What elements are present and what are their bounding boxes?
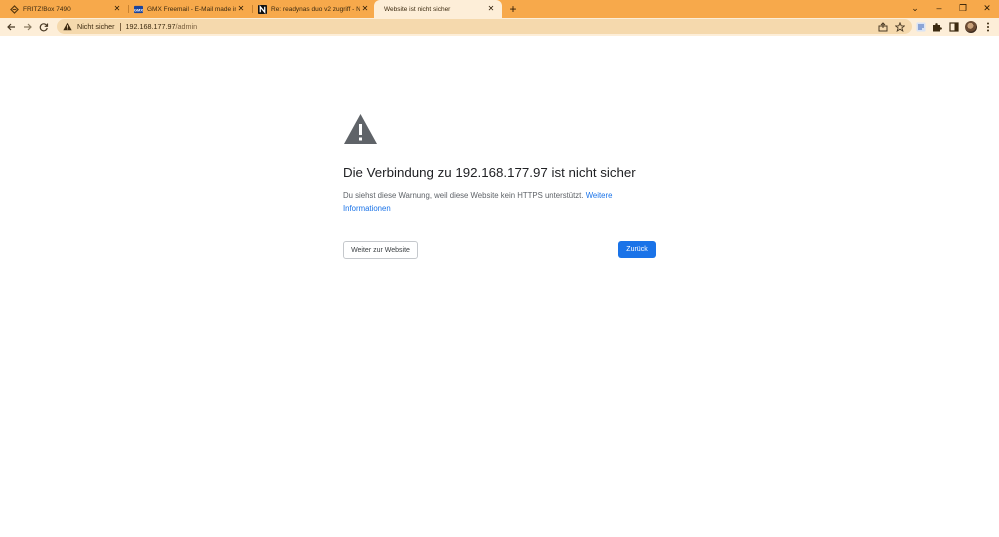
tab-title: FRITZ!Box 7490 bbox=[23, 5, 71, 13]
close-tab-icon[interactable]: ✕ bbox=[236, 4, 246, 14]
new-tab-button[interactable]: + bbox=[507, 3, 519, 15]
extension-app-icon[interactable] bbox=[915, 21, 927, 33]
tab-search-icon[interactable]: ⌄ bbox=[903, 0, 927, 16]
address-bar[interactable]: Nicht sicher 192.168.177.97/admin bbox=[57, 19, 912, 34]
forward-icon[interactable] bbox=[21, 20, 35, 34]
security-label[interactable]: Nicht sicher bbox=[77, 22, 115, 31]
netgear-n-icon bbox=[258, 4, 267, 14]
interstitial-page: Die Verbindung zu 192.168.177.97 ist nic… bbox=[0, 37, 999, 537]
tab-gmx[interactable]: GMX GMX Freemail - E-Mail made in G ✕ bbox=[124, 0, 252, 18]
tab-fritzbox[interactable]: FRITZ!Box 7490 ✕ bbox=[0, 0, 128, 18]
close-tab-icon[interactable]: ✕ bbox=[112, 4, 122, 14]
gmx-icon: GMX bbox=[134, 5, 143, 14]
divider bbox=[119, 22, 121, 31]
profile-avatar[interactable] bbox=[965, 21, 977, 33]
svg-text:GMX: GMX bbox=[134, 7, 143, 12]
url-text[interactable]: 192.168.177.97/admin bbox=[126, 22, 198, 31]
bookmark-star-icon[interactable] bbox=[894, 21, 906, 33]
share-icon[interactable] bbox=[877, 21, 889, 33]
browser-toolbar: Nicht sicher 192.168.177.97/admin bbox=[0, 18, 999, 36]
tab-title: Website ist nicht sicher bbox=[384, 5, 451, 13]
explanation-body: Du siehst diese Warnung, weil diese Webs… bbox=[343, 191, 584, 200]
reload-icon[interactable] bbox=[37, 20, 51, 34]
back-icon[interactable] bbox=[4, 20, 18, 34]
menu-icon[interactable] bbox=[982, 21, 994, 33]
warning-triangle-icon bbox=[343, 113, 378, 145]
tab-strip: FRITZ!Box 7490 ✕ GMX GMX Freemail - E-Ma… bbox=[0, 0, 999, 18]
url-path: /admin bbox=[175, 22, 198, 31]
page-title: Die Verbindung zu 192.168.177.97 ist nic… bbox=[343, 165, 636, 180]
tab-title: Re: readynas duo v2 zugriff - NE bbox=[271, 5, 360, 13]
restore-button[interactable]: ❐ bbox=[951, 0, 975, 16]
url-host: 192.168.177.97 bbox=[125, 22, 176, 31]
close-tab-icon[interactable]: ✕ bbox=[360, 4, 370, 14]
not-secure-warning-icon[interactable] bbox=[63, 22, 72, 31]
extensions-puzzle-icon[interactable] bbox=[931, 21, 943, 33]
tab-title: GMX Freemail - E-Mail made in G bbox=[147, 5, 236, 13]
proceed-to-website-button[interactable]: Weiter zur Website bbox=[343, 241, 418, 259]
tab-website-unsafe[interactable]: Website ist nicht sicher ✕ bbox=[374, 0, 502, 18]
explanation-text: Du siehst diese Warnung, weil diese Webs… bbox=[343, 190, 623, 216]
close-tab-icon[interactable]: ✕ bbox=[486, 4, 496, 14]
side-panel-icon[interactable] bbox=[948, 21, 960, 33]
close-window-button[interactable]: ✕ bbox=[975, 0, 999, 16]
back-button[interactable]: Zurück bbox=[618, 241, 656, 258]
fritzbox-icon bbox=[10, 4, 19, 14]
tab-netgear[interactable]: Re: readynas duo v2 zugriff - NE ✕ bbox=[248, 0, 376, 18]
minimize-button[interactable]: – bbox=[927, 0, 951, 16]
